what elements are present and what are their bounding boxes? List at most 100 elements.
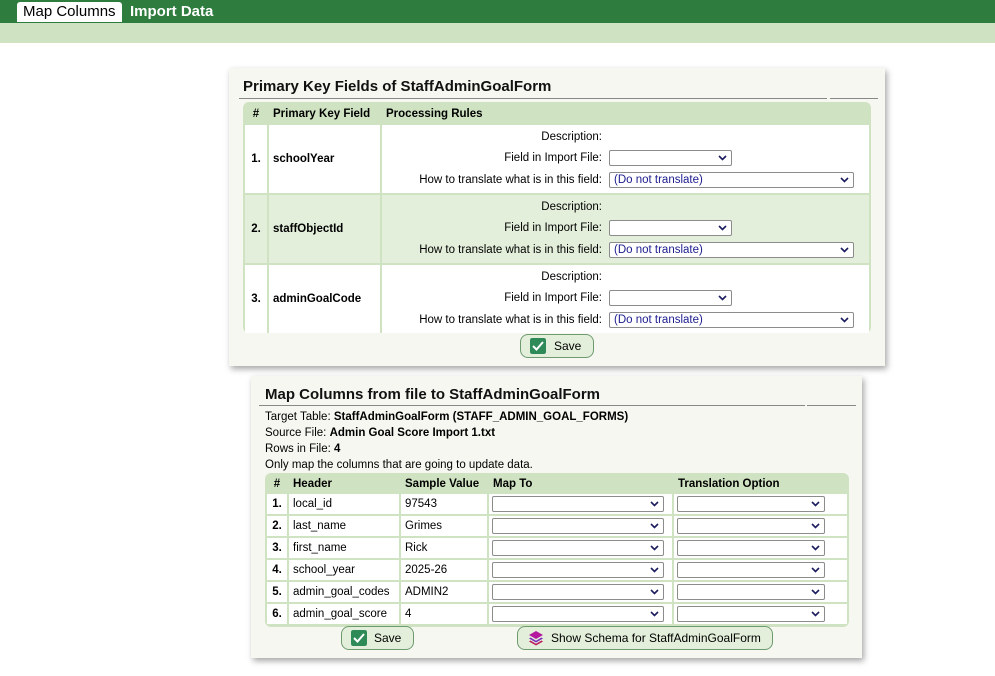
map-to-select[interactable] (492, 606, 664, 622)
row-sample-value: 2025-26 (401, 560, 487, 580)
map-to-select[interactable] (492, 540, 664, 556)
pk-row: 2. staffObjectId Description: Field in I… (245, 195, 869, 263)
chevron-down-icon (811, 567, 820, 573)
field-in-import-select[interactable] (609, 220, 732, 236)
map-columns-title: Map Columns from file to StaffAdminGoalF… (265, 386, 601, 403)
translate-label: How to translate what is in this field: (419, 244, 602, 256)
target-table-label: Target Table: (265, 411, 331, 423)
row-header: school_year (289, 560, 399, 580)
row-num: 2. (267, 516, 287, 536)
pk-row-num: 3. (245, 265, 267, 333)
translation-option-select[interactable] (677, 562, 825, 578)
translation-option-select[interactable] (677, 606, 825, 622)
translate-label: How to translate what is in this field: (419, 314, 602, 326)
title-underline-right (830, 98, 878, 99)
source-file-info: Source File: Admin Goal Score Import 1.t… (265, 425, 495, 441)
translation-option-select[interactable] (677, 540, 825, 556)
primary-key-table: # Primary Key Field Processing Rules 1. … (243, 102, 871, 333)
table-row: 6. admin_goal_score 4 (267, 604, 847, 624)
map-to-select[interactable] (492, 518, 664, 534)
chevron-down-icon (650, 523, 659, 529)
row-num: 6. (267, 604, 287, 624)
translate-select-value: (Do not translate) (614, 174, 703, 186)
title-underline (259, 405, 805, 406)
chevron-down-icon (650, 501, 659, 507)
map-columns-panel: Map Columns from file to StaffAdminGoalF… (251, 376, 862, 658)
chevron-down-icon (650, 567, 659, 573)
row-sample-value: ADMIN2 (401, 582, 487, 602)
translate-select[interactable]: (Do not translate) (609, 242, 854, 258)
col-header-sample-value: Sample Value (405, 477, 480, 490)
show-schema-label: Show Schema for StaffAdminGoalForm (551, 631, 761, 645)
source-file-value: Admin Goal Score Import 1.txt (329, 427, 496, 439)
description-label: Description: (541, 271, 602, 283)
row-num: 4. (267, 560, 287, 580)
table-row: 1. local_id 97543 (267, 494, 847, 514)
field-in-import-label: Field in Import File: (504, 222, 602, 234)
row-sample-value: 97543 (401, 494, 487, 514)
row-header: admin_goal_score (289, 604, 399, 624)
target-table-info: Target Table: StaffAdminGoalForm (STAFF_… (265, 409, 628, 425)
save-button-label: Save (554, 339, 582, 353)
translation-option-select[interactable] (677, 584, 825, 600)
col-header-header: Header (293, 477, 332, 490)
layers-icon (529, 631, 543, 646)
translation-option-select[interactable] (677, 496, 825, 512)
translate-select-value: (Do not translate) (614, 314, 703, 326)
pk-row-num: 1. (245, 125, 267, 193)
field-in-import-label: Field in Import File: (504, 292, 602, 304)
row-header: last_name (289, 516, 399, 536)
description-label: Description: (541, 201, 602, 213)
save-button[interactable]: Save (520, 334, 594, 358)
table-row: 5. admin_goal_codes ADMIN2 (267, 582, 847, 602)
title-underline-right (807, 405, 856, 406)
translate-select[interactable]: (Do not translate) (609, 172, 854, 188)
col-header-num: # (252, 107, 260, 120)
translate-label: How to translate what is in this field: (419, 174, 602, 186)
translation-option-select[interactable] (677, 518, 825, 534)
col-header-processing-rules: Processing Rules (386, 107, 483, 120)
map-to-select[interactable] (492, 584, 664, 600)
tab-map-columns[interactable]: Map Columns (17, 2, 122, 22)
pk-row: 3. adminGoalCode Description: Field in I… (245, 265, 869, 333)
field-in-import-select[interactable] (609, 150, 732, 166)
row-header: admin_goal_codes (289, 582, 399, 602)
chevron-down-icon (840, 247, 849, 253)
row-sample-value: Grimes (401, 516, 487, 536)
field-in-import-select[interactable] (609, 290, 732, 306)
chevron-down-icon (811, 589, 820, 595)
source-file-label: Source File: (265, 427, 327, 439)
title-underline (239, 98, 827, 99)
chevron-down-icon (650, 611, 659, 617)
rows-in-file-label: Rows in File: (265, 443, 331, 455)
row-header: local_id (289, 494, 399, 514)
row-num: 3. (267, 538, 287, 558)
target-table-value: StaffAdminGoalForm (STAFF_ADMIN_GOAL_FOR… (333, 411, 629, 423)
row-num: 5. (267, 582, 287, 602)
chevron-down-icon (811, 611, 820, 617)
map-to-select[interactable] (492, 562, 664, 578)
pk-row-field: schoolYear (269, 125, 380, 193)
description-label: Description: (541, 131, 602, 143)
col-header-translation-option: Translation Option (678, 477, 780, 490)
pk-row-num: 2. (245, 195, 267, 263)
show-schema-button[interactable]: Show Schema for StaffAdminGoalForm (517, 626, 773, 650)
save-button[interactable]: Save (341, 626, 414, 650)
pk-row-field: adminGoalCode (269, 265, 380, 333)
sub-nav-bar (0, 23, 995, 43)
tab-import-data[interactable]: Import Data (124, 2, 219, 22)
check-box-icon (530, 338, 546, 354)
save-button-label: Save (374, 631, 402, 645)
pk-row: 1. schoolYear Description: Field in Impo… (245, 125, 869, 193)
chevron-down-icon (718, 225, 727, 231)
translate-select[interactable]: (Do not translate) (609, 312, 854, 328)
col-header-num: # (273, 477, 281, 490)
primary-key-title: Primary Key Fields of StaffAdminGoalForm (243, 78, 552, 95)
chevron-down-icon (840, 317, 849, 323)
row-header: first_name (289, 538, 399, 558)
chevron-down-icon (811, 545, 820, 551)
chevron-down-icon (718, 295, 727, 301)
rows-in-file-info: Rows in File: 4 (265, 441, 340, 457)
table-row: 4. school_year 2025-26 (267, 560, 847, 580)
map-to-select[interactable] (492, 496, 664, 512)
